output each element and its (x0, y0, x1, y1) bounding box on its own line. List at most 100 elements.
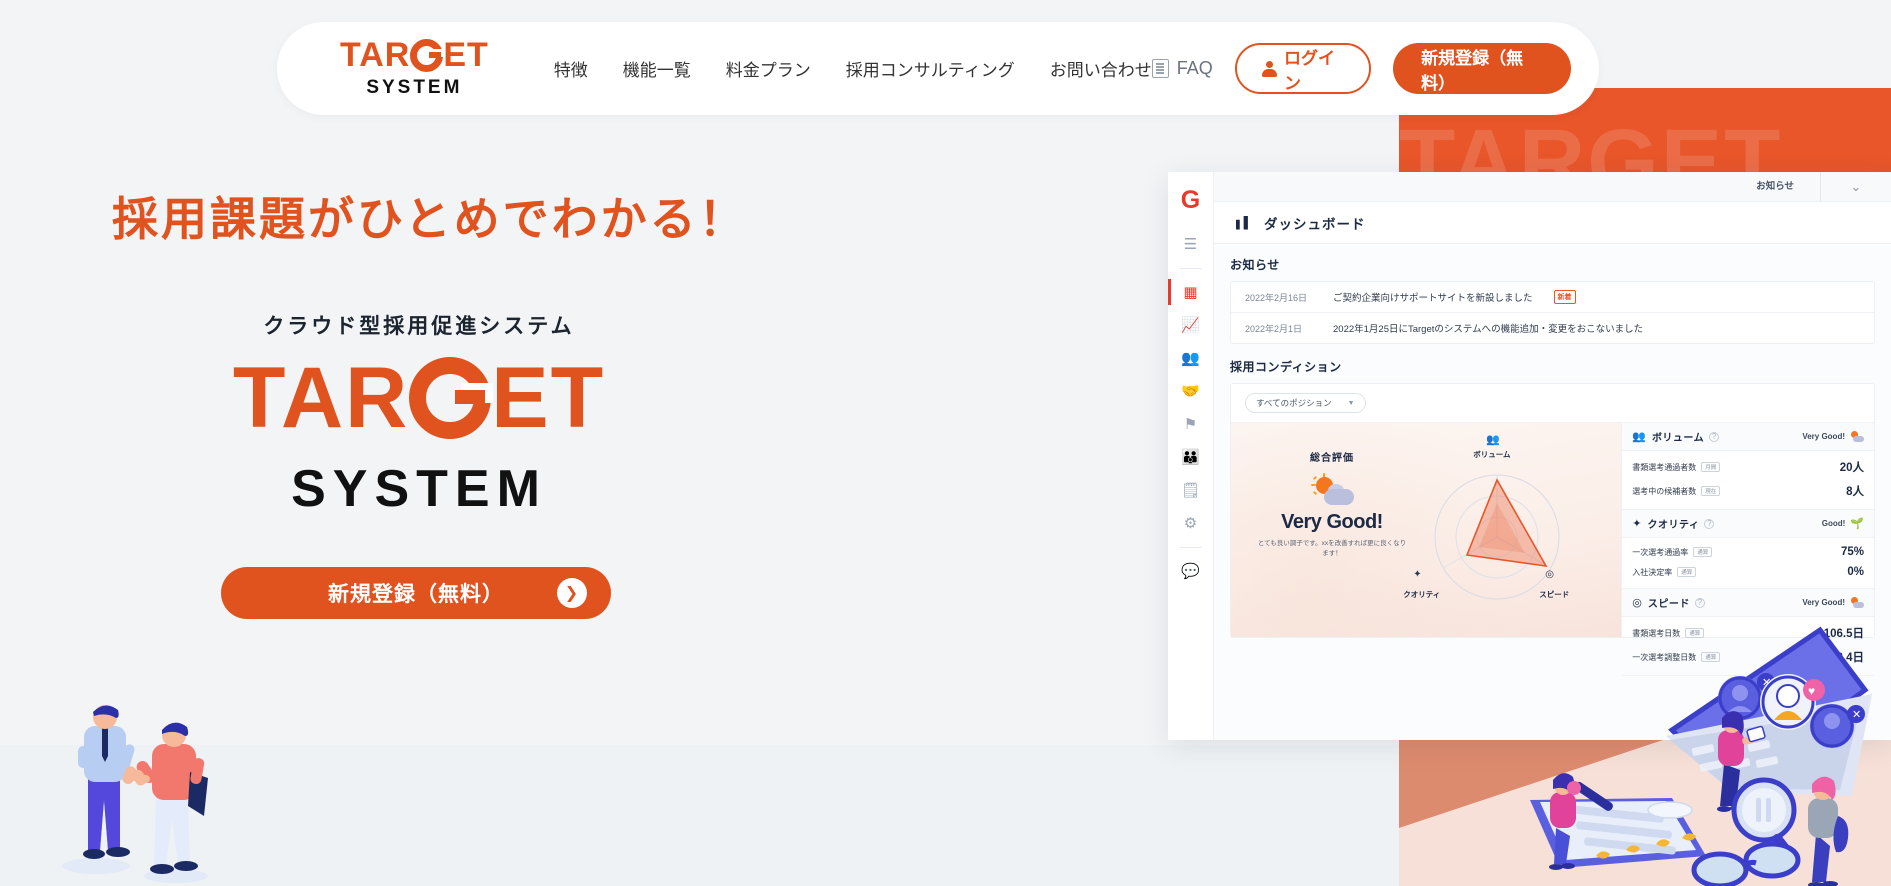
topbar-notice-label[interactable]: お知らせ (1730, 172, 1821, 202)
metric-group-body-quality: 一次選考通過率 通算 75% 入社決定率 通算 0% (1622, 538, 1874, 589)
position-filter-select[interactable]: すべてのポジション ▼ (1245, 393, 1366, 413)
logo-g-icon (410, 38, 445, 72)
login-button[interactable]: ログイン (1234, 43, 1372, 94)
primary-nav-links: 特徴 機能一覧 料金プラン 採用コンサルティング お問い合わせ (554, 56, 1152, 81)
analytics-icon[interactable]: 📈 (1178, 310, 1204, 340)
nav-actions: FAQ ログイン 新規登録（無料） (1151, 43, 1571, 94)
svg-text:♥: ♥ (1808, 684, 1815, 698)
site-logo[interactable]: TAR ET SYSTEM (315, 38, 514, 99)
metrics-panel: 👥 ボリューム ? Very Good! 書類選考通過者数 月間 20人 選考中… (1621, 423, 1874, 676)
radar-axis-label-speed: スピード (1539, 590, 1570, 599)
overall-evaluation-note: とても良い調子です。xxを改善すれば更に良くなります！ (1257, 540, 1407, 557)
hero-cta-label: 新規登録（無料） (328, 583, 504, 606)
hero-logo-text-end: ET (491, 350, 606, 446)
hero-logo-subtext: SYSTEM (291, 460, 547, 518)
person-icon (1261, 60, 1278, 77)
sun-cloud-icon (1310, 473, 1354, 505)
nav-item-contact[interactable]: お問い合わせ (1050, 56, 1152, 81)
metric-rating-text: Good! (1821, 519, 1846, 528)
metric-period-tag: 通算 (1677, 567, 1697, 577)
metric-value: 8人 (1846, 486, 1864, 498)
sidebar-divider-2 (1179, 547, 1202, 548)
metric-group-rating: Very Good! (1802, 431, 1864, 442)
site-logo-wordmark: TAR ET (340, 38, 489, 72)
metric-group-header-speed: ◎ スピード ? Very Good! (1622, 589, 1874, 617)
metric-row: 一次選考通過率 通算 75% (1622, 542, 1874, 562)
signup-button-label: 新規登録（無料） (1421, 48, 1524, 93)
chevron-right-icon: ❯ (557, 578, 587, 608)
sparkle-icon: ✦ (1413, 569, 1422, 580)
dashboard-logo-icon[interactable]: G (1181, 188, 1200, 213)
overall-evaluation-title: 総合評価 (1310, 453, 1354, 464)
condition-body: 総合評価 Very Good! とても良い調子です。xxを改善すれば更に良くなり… (1231, 423, 1874, 676)
faq-icon (1151, 59, 1169, 78)
evaluation-panel: 総合評価 Very Good! とても良い調子です。xxを改善すれば更に良くなり… (1231, 423, 1622, 637)
svg-text:✕: ✕ (1852, 709, 1861, 721)
metric-rating-text: Very Good! (1802, 432, 1845, 441)
help-icon[interactable]: ? (1704, 518, 1715, 529)
metric-value: 20人 (1839, 462, 1864, 474)
chevron-down-icon[interactable]: ⌄ (1821, 179, 1891, 195)
hero-logo: TAR ET SYSTEM (184, 355, 654, 519)
people-icon: 👥 (1486, 434, 1500, 446)
dashboard-icon[interactable]: ▦ (1168, 277, 1204, 307)
hero-logo-wordmark: TAR ET (184, 355, 654, 441)
metric-group-header-volume: 👥 ボリューム ? Very Good! (1622, 423, 1874, 451)
metric-label: 一次選考通過率 (1632, 547, 1689, 557)
nav-item-features[interactable]: 特徴 (554, 56, 588, 81)
candidates-icon[interactable]: 👥 (1178, 343, 1204, 373)
flag-icon[interactable]: ⚑ (1178, 409, 1204, 439)
metric-rating-text: Very Good! (1802, 598, 1845, 607)
team-icon[interactable]: 👪 (1178, 442, 1204, 472)
nav-item-consulting[interactable]: 採用コンサルティング (846, 56, 1015, 81)
hero-signup-button[interactable]: 新規登録（無料） ❯ (221, 567, 611, 619)
menu-icon[interactable]: ☰ (1178, 229, 1204, 259)
metric-row: 入社決定率 通算 0% (1622, 562, 1874, 582)
site-logo-text-start: TAR (339, 36, 411, 74)
help-icon[interactable]: ? (1709, 431, 1720, 442)
nav-item-pricing[interactable]: 料金プラン (726, 56, 811, 81)
condition-card: すべてのポジション ▼ 総合評価 Very Good! とても良い調子です。xx… (1230, 383, 1875, 676)
sidebar-divider (1179, 268, 1202, 269)
metric-period-tag: 現在 (1701, 486, 1721, 496)
faq-label: FAQ (1176, 58, 1213, 78)
hero-logo-text-start: TAR (232, 350, 410, 446)
condition-filter-bar: すべてのポジション ▼ (1231, 384, 1874, 423)
metric-group-header-quality: ✦ クオリティ ? Good! 🌱 (1622, 510, 1874, 538)
radar-chart: 👥 ボリューム ✦ クオリティ ◎ スピード (1403, 434, 1587, 621)
people-icon: 👥 (1632, 431, 1646, 443)
condition-section-label: 採用コンディション (1230, 360, 1342, 374)
sun-cloud-icon (1850, 597, 1864, 608)
dashboard-title-text: ダッシュボード (1264, 216, 1366, 232)
nav-item-function-list[interactable]: 機能一覧 (623, 56, 691, 81)
chat-icon[interactable]: 💬 (1178, 556, 1204, 586)
notice-row[interactable]: 2022年2月1日 2022年1月25日にTargetのシステムへの機能追加・変… (1231, 312, 1874, 343)
metric-group-title: クオリティ (1647, 520, 1700, 531)
handshake-illustration (62, 705, 208, 883)
metric-row: 書類選考通過者数 月間 20人 (1622, 455, 1874, 479)
signup-button[interactable]: 新規登録（無料） (1393, 43, 1571, 94)
sparkle-icon: ✦ (1632, 518, 1642, 530)
help-icon[interactable]: ? (1694, 597, 1705, 608)
notice-row[interactable]: 2022年2月16日 ご契約企業向けサポートサイトを新設しました 新着 (1231, 282, 1874, 312)
metric-group-rating: Good! 🌱 (1822, 517, 1864, 530)
metric-period-tag: 月間 (1701, 462, 1721, 472)
metric-label: 入社決定率 (1632, 567, 1673, 577)
document-icon[interactable]: 🗒 (1178, 475, 1204, 505)
notice-section-label: お知らせ (1230, 258, 1280, 272)
status-badge: 新着 (1553, 290, 1576, 304)
metric-value: 75% (1840, 546, 1864, 558)
nav-item-faq[interactable]: FAQ (1151, 58, 1213, 79)
metric-group-body-volume: 書類選考通過者数 月間 20人 選考中の候補者数 現在 8人 (1622, 451, 1874, 510)
settings-icon[interactable]: ⚙ (1178, 508, 1204, 538)
radar-axis-label-volume: ボリューム (1473, 450, 1511, 459)
sun-cloud-icon (1850, 431, 1864, 442)
metric-group-rating: Very Good! (1802, 597, 1864, 608)
notice-text: ご契約企業向けサポートサイトを新設しました (1333, 293, 1533, 304)
site-logo-text-end: ET (443, 36, 489, 74)
handshake-icon[interactable]: 🤝 (1178, 376, 1204, 406)
recruiting-illustration: ✕ ♥ ✕ (1530, 626, 1872, 886)
metric-value: 0% (1847, 566, 1864, 578)
notice-card: 2022年2月16日 ご契約企業向けサポートサイトを新設しました 新着 2022… (1230, 281, 1875, 344)
site-logo-subtext: SYSTEM (366, 77, 463, 98)
